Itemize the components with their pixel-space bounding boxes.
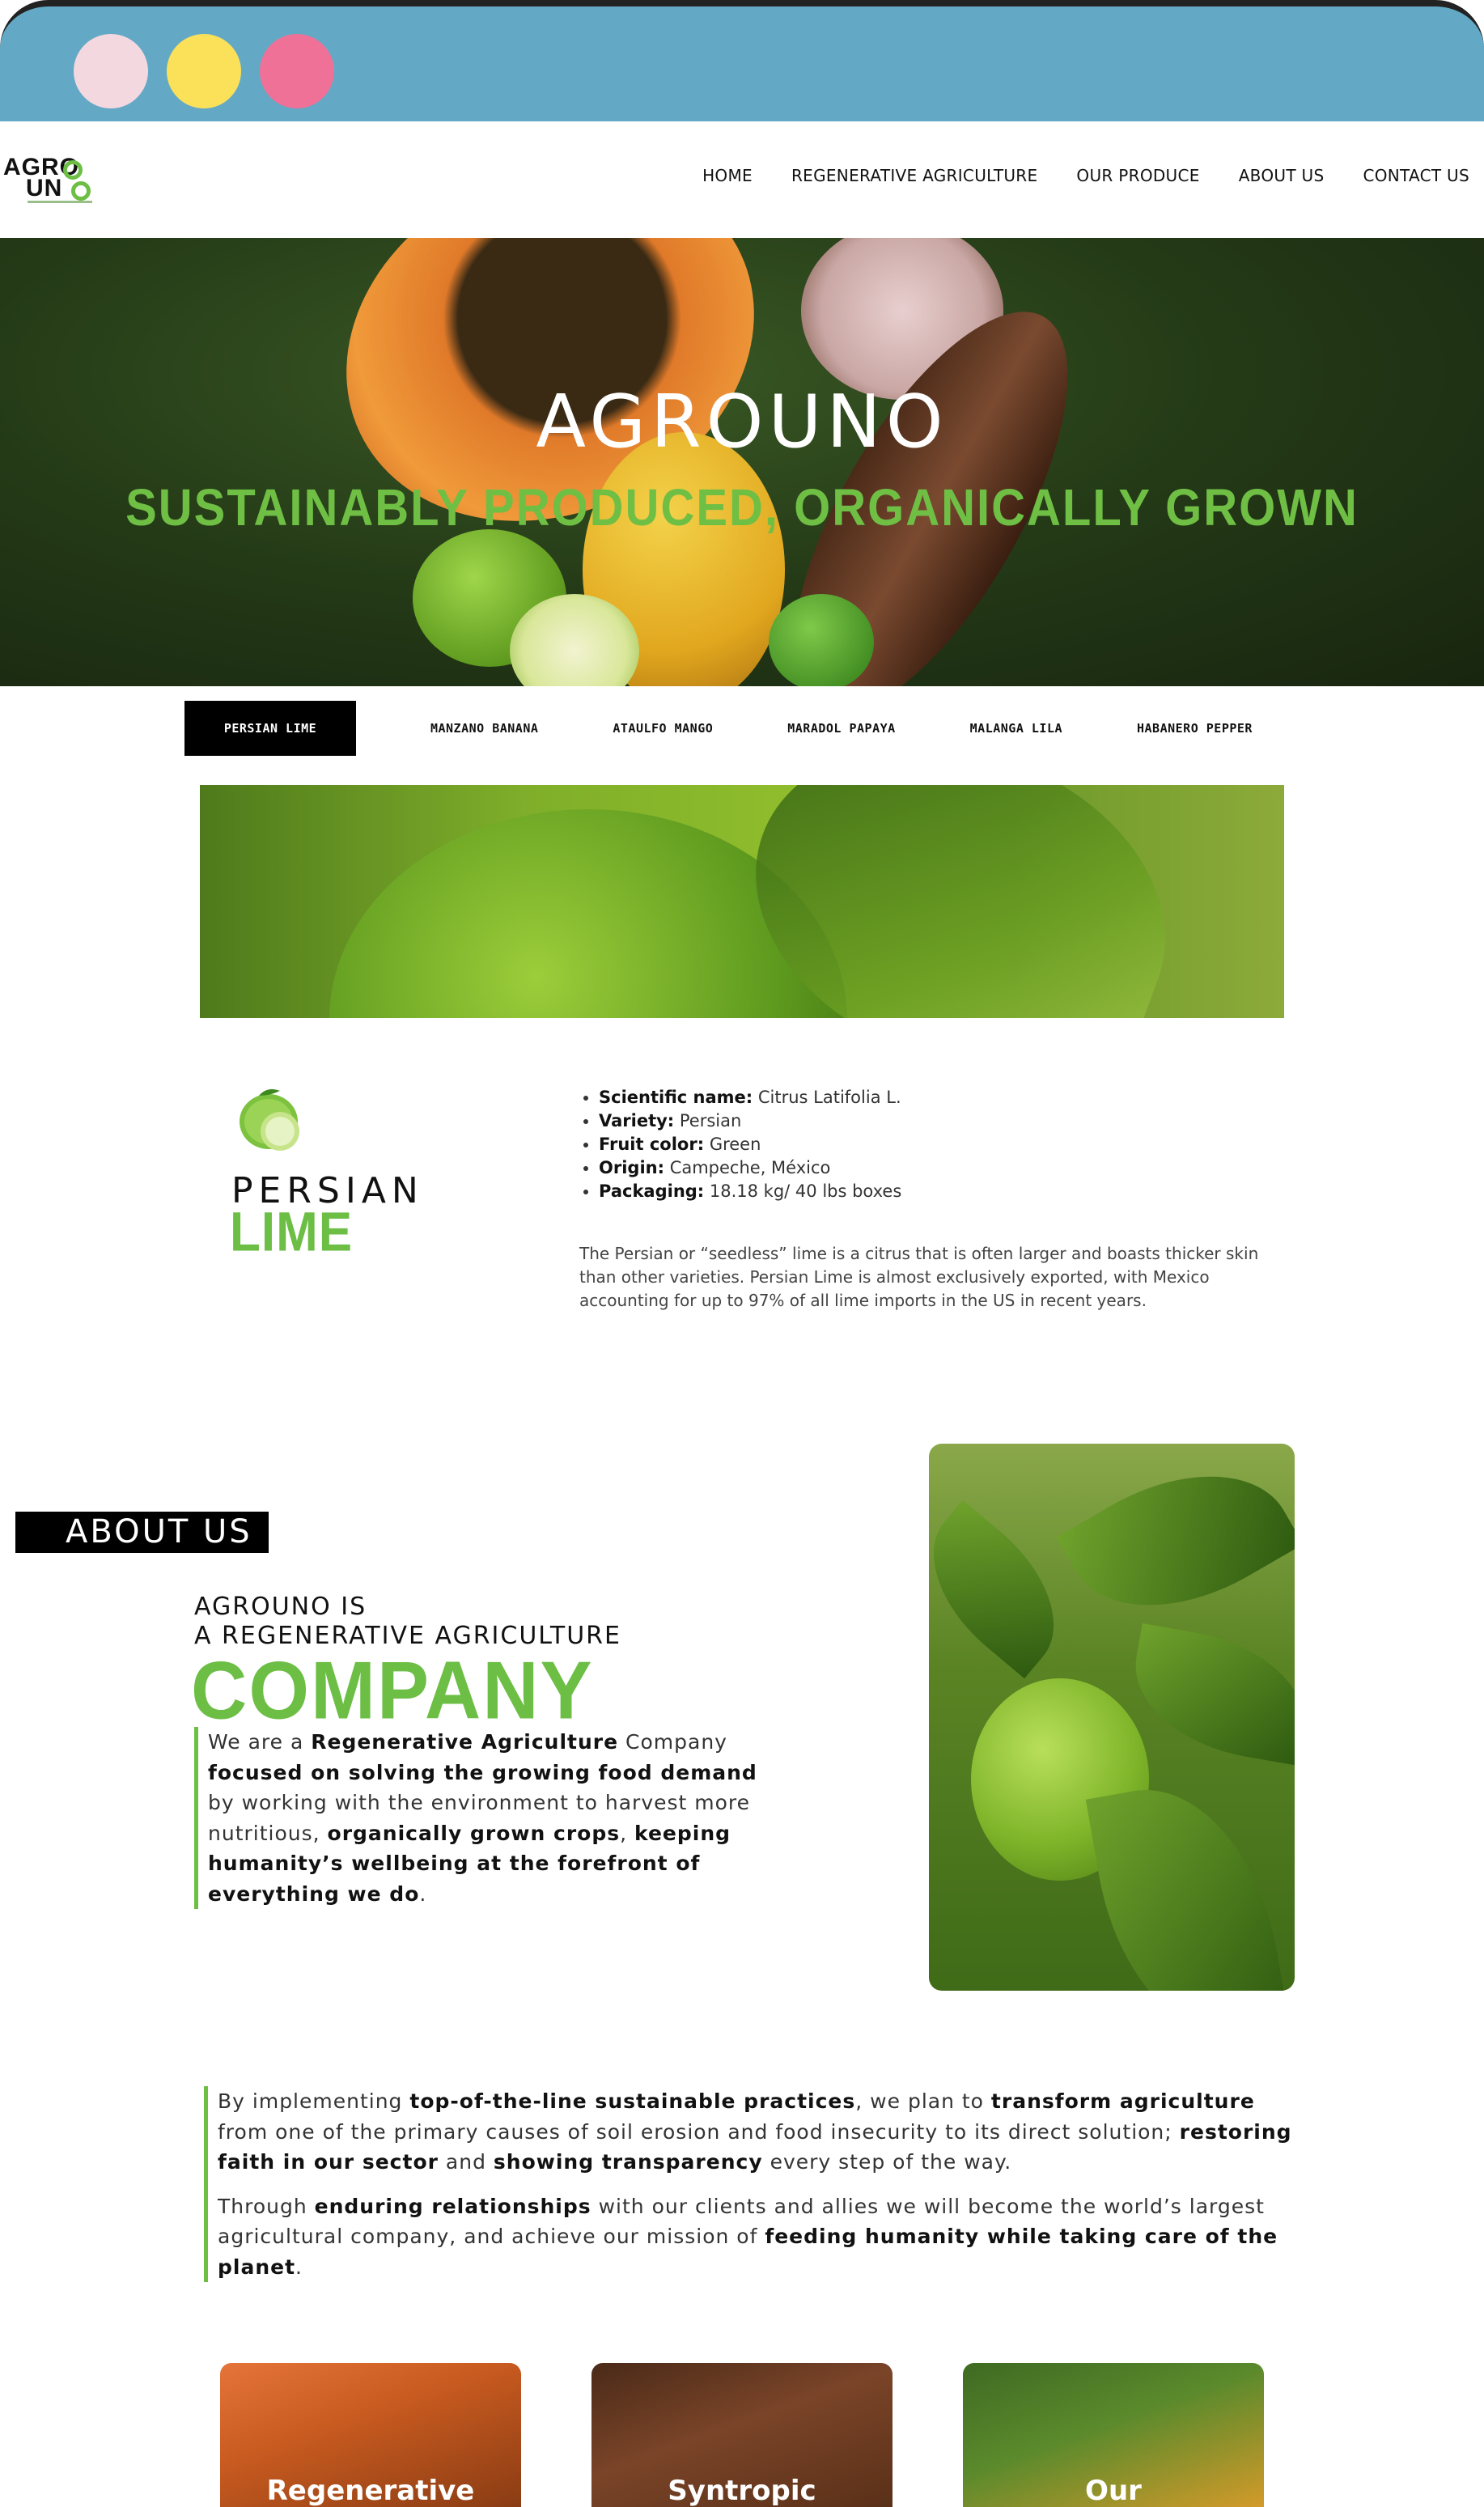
- card-syntropic[interactable]: Syntropic: [591, 2363, 893, 2507]
- leaf: [1085, 1771, 1291, 1991]
- mission-paragraph-1: By implementing top-of-the-line sustaina…: [218, 2086, 1304, 2178]
- leaf: [929, 1500, 1088, 1679]
- tab-persian-lime[interactable]: PERSIAN LIME: [184, 701, 356, 756]
- spec-origin: Origin: Campeche, México: [599, 1156, 901, 1180]
- card-our[interactable]: Our: [963, 2363, 1264, 2507]
- main-menu: HOME REGENERATIVE AGRICULTURE OUR PRODUC…: [702, 166, 1469, 185]
- body-text: Company: [618, 1730, 727, 1754]
- body-text: every step of the way.: [762, 2150, 1012, 2174]
- spec-value: Citrus Latifolia L.: [757, 1088, 901, 1107]
- window-dot-pink[interactable]: [260, 34, 334, 108]
- nav-contact-us[interactable]: CONTACT US: [1363, 166, 1469, 185]
- browser-chrome: [0, 0, 1484, 121]
- card-title: Our: [1085, 2475, 1142, 2507]
- spec-value: Green: [709, 1135, 761, 1154]
- spec-value: 18.18 kg/ 40 lbs boxes: [709, 1181, 902, 1201]
- about-heading-company: COMPANY: [191, 1645, 594, 1737]
- about-paragraph: We are a Regenerative Agriculture Compan…: [194, 1727, 761, 1909]
- product-description: The Persian or “seedless” lime is a citr…: [579, 1244, 1259, 1310]
- spec-packaging: Packaging: 18.18 kg/ 40 lbs boxes: [599, 1180, 901, 1203]
- body-text: ,: [620, 1821, 634, 1845]
- leaf: [1056, 1444, 1295, 1650]
- body-text: Through: [218, 2194, 315, 2218]
- hero-banner: AGROUNO SUSTAINABLY PRODUCED, ORGANICALL…: [0, 238, 1484, 686]
- emphasis-text: focused on solving the growing food dema…: [208, 1760, 757, 1784]
- mission-text: By implementing top-of-the-line sustaina…: [204, 2086, 1304, 2282]
- emphasis-text: showing transparency: [493, 2150, 763, 2174]
- about-heading-line1: AGROUNO IS: [194, 1593, 367, 1621]
- nav-regenerative-agriculture[interactable]: REGENERATIVE AGRICULTURE: [791, 166, 1037, 185]
- spec-label: Variety:: [599, 1111, 675, 1130]
- site-header: AGRO UN HOME REGENERATIVE AGRICULTURE OU…: [0, 121, 1484, 238]
- agrouno-logo[interactable]: AGRO UN: [3, 154, 92, 206]
- hero-title: AGROUNO: [536, 380, 948, 464]
- logo-tagline-mark: [28, 201, 92, 203]
- spec-label: Origin:: [599, 1158, 664, 1177]
- pepper-image: [769, 594, 874, 686]
- spec-label: Scientific name:: [599, 1088, 753, 1107]
- lime-tree-photo: [929, 1444, 1295, 1991]
- body-text: from one of the primary causes of soil e…: [218, 2119, 1180, 2144]
- tab-maradol-papaya[interactable]: MARADOL PAPAYA: [787, 701, 895, 756]
- card-title: Regenerative: [266, 2475, 475, 2507]
- window-dot-yellow[interactable]: [167, 34, 241, 108]
- logo-ring-icon: [63, 160, 83, 180]
- body-text: We are a: [208, 1730, 312, 1754]
- emphasis-text: transform agriculture: [990, 2089, 1255, 2113]
- nav-our-produce[interactable]: OUR PRODUCE: [1076, 166, 1199, 185]
- tab-malanga-lila[interactable]: MALANGA LILA: [970, 701, 1062, 756]
- spec-variety: Variety: Persian: [599, 1109, 901, 1133]
- spec-label: Fruit color:: [599, 1135, 705, 1154]
- spec-label: Packaging:: [599, 1181, 705, 1201]
- nav-home[interactable]: HOME: [702, 166, 753, 185]
- spec-fruit-color: Fruit color: Green: [599, 1133, 901, 1156]
- tab-habanero-pepper[interactable]: HABANERO PEPPER: [1137, 701, 1253, 756]
- tab-ataulfo-mango[interactable]: ATAULFO MANGO: [613, 701, 713, 756]
- product-specs: Scientific name: Citrus Latifolia L. Var…: [599, 1086, 901, 1203]
- card-title: Syntropic: [668, 2475, 816, 2507]
- product-tabs: PERSIAN LIME MANZANO BANANA ATAULFO MANG…: [184, 701, 1285, 756]
- emphasis-text: enduring relationships: [314, 2194, 591, 2218]
- spec-scientific-name: Scientific name: Citrus Latifolia L.: [599, 1086, 901, 1109]
- logo-ring-icon: [71, 181, 91, 201]
- tab-manzano-banana[interactable]: MANZANO BANANA: [430, 701, 538, 756]
- product-banner-image: [200, 785, 1284, 1018]
- emphasis-text: Regenerative Agriculture: [311, 1730, 619, 1754]
- body-text: , we plan to: [855, 2089, 991, 2113]
- about-us-badge: ABOUT US: [15, 1512, 269, 1553]
- nav-about-us[interactable]: ABOUT US: [1239, 166, 1325, 185]
- logo-line2: UN: [26, 175, 63, 201]
- spec-value: Persian: [679, 1111, 742, 1130]
- body-text: .: [419, 1881, 427, 1906]
- window-dot-pink-light[interactable]: [74, 34, 148, 108]
- card-regenerative[interactable]: Regenerative: [220, 2363, 521, 2507]
- body-text: By implementing: [218, 2089, 410, 2113]
- leaf: [1122, 1623, 1295, 1767]
- spec-value: Campeche, México: [669, 1158, 831, 1177]
- lime-icon: [240, 1089, 299, 1151]
- mission-paragraph-2: Through enduring relationships with our …: [218, 2191, 1304, 2283]
- product-name-line2: LIME: [230, 1202, 354, 1263]
- body-text: and: [438, 2150, 494, 2174]
- emphasis-text: top-of-the-line sustainable practices: [409, 2089, 856, 2113]
- emphasis-text: organically grown crops: [327, 1821, 621, 1845]
- hero-subtitle: SUSTAINABLY PRODUCED, ORGANICALLY GROWN: [125, 478, 1359, 537]
- body-text: .: [295, 2255, 303, 2279]
